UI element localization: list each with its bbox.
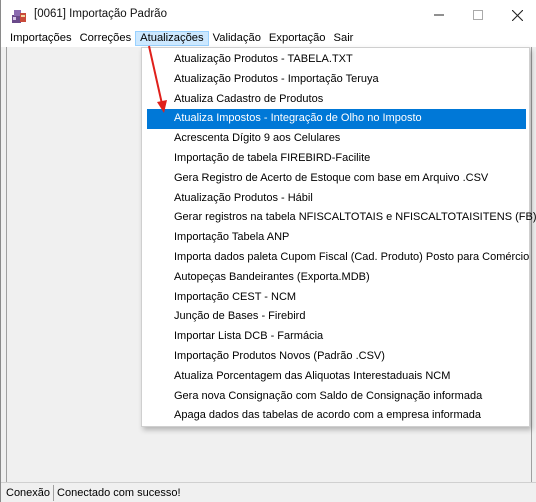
window-title: [0061] Importação Padrão [34,8,167,20]
menu-option-cest-ncm[interactable]: Importação CEST - NCM [142,288,529,308]
title-bar[interactable]: [0061] Importação Padrão [1,0,536,30]
main-window: [0061] Importação Padrão Importações Cor… [0,0,536,502]
menu-importacoes[interactable]: Importações [6,31,76,46]
menu-option-nfiscaltotais[interactable]: Gerar registros na tabela NFISCALTOTAIS … [142,208,536,228]
menu-option-aliquotas-interestaduais[interactable]: Atualiza Porcentagem das Aliquotas Inter… [142,367,529,387]
menu-option-atualiza-impostos[interactable]: Atualiza Impostos - Integração de Olho n… [147,109,526,130]
menu-atualizacoes[interactable]: Atualizações [135,31,209,46]
menu-exportacao[interactable]: Exportação [265,31,330,46]
close-icon [511,9,523,21]
menu-correcoes[interactable]: Correções [76,31,136,46]
close-button[interactable] [494,0,536,30]
menu-option-tabela-anp[interactable]: Importação Tabela ANP [142,228,529,248]
menu-option-acerto-estoque-csv[interactable]: Gera Registro de Acerto de Estoque com b… [142,169,529,189]
menu-option-produtos-novos-csv[interactable]: Importação Produtos Novos (Padrão .CSV) [142,347,529,367]
menu-option-autopecas-bandeirantes[interactable]: Autopeças Bandeirantes (Exporta.MDB) [142,268,529,288]
atualizacoes-dropdown-menu: Atualização Produtos - TABELA.TXT Atuali… [141,47,536,427]
menu-option-firebird-facilite[interactable]: Importação de tabela FIREBIRD-Facilite [142,149,529,169]
menu-option-apaga-dados-empresa[interactable]: Apaga dados das tabelas de acordo com a … [142,406,529,426]
menu-option-nova-consignacao[interactable]: Gera nova Consignação com Saldo de Consi… [142,387,529,407]
menu-bar: Importações Correções Atualizações Valid… [1,30,536,47]
menu-validacao[interactable]: Validação [209,31,265,46]
menu-option-juncao-bases[interactable]: Junção de Bases - Firebird [142,307,529,327]
minimize-icon [434,14,444,16]
menu-option-atualizacao-tabela-txt[interactable]: Atualização Produtos - TABELA.TXT [142,50,529,70]
menu-option-atualiza-cadastro-produtos[interactable]: Atualiza Cadastro de Produtos [142,90,529,110]
menu-option-lista-dcb[interactable]: Importar Lista DCB - Farmácia [142,327,529,347]
menu-option-paleta-cupom-fiscal[interactable]: Importa dados paleta Cupom Fiscal (Cad. … [142,248,529,268]
status-bar: Conexão Conectado com sucesso! [1,482,536,502]
status-connection-label: Conexão [1,484,55,501]
menu-option-atualizacao-habil[interactable]: Atualização Produtos - Hábil [142,189,529,209]
menu-option-digito-9-celulares[interactable]: Acrescenta Dígito 9 aos Celulares [142,129,529,149]
app-icon [12,10,26,23]
status-connection-text: Conectado com sucesso! [57,486,181,499]
menu-sair[interactable]: Sair [330,31,358,46]
menu-option-atualizacao-teruya[interactable]: Atualização Produtos - Importação Teruya [142,70,529,90]
maximize-icon [473,10,483,20]
